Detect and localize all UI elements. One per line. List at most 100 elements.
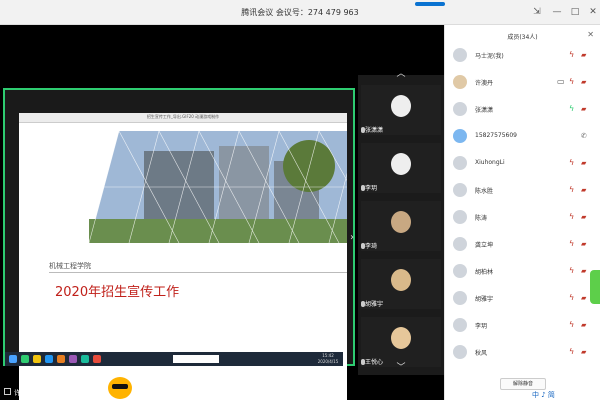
avatar — [453, 345, 467, 359]
video-tile[interactable]: 李玥 — [361, 143, 441, 193]
member-name: 15827575609 — [475, 132, 517, 139]
member-name: 胡柏林 — [475, 269, 494, 276]
divider — [49, 272, 347, 273]
scroll-up-chevron-icon[interactable]: ︿ — [358, 67, 444, 81]
avatar — [453, 264, 467, 278]
member-row[interactable]: 15827575609 ✆ — [445, 124, 600, 150]
mic-muted-icon[interactable]: ϟ — [569, 266, 576, 276]
unmute-all-button[interactable]: 解除静音 — [500, 378, 546, 390]
camera-off-icon[interactable]: ▰ — [581, 240, 591, 248]
mic-muted-icon[interactable]: ϟ — [569, 293, 576, 303]
member-row[interactable]: 李玥 ϟ ▰ — [445, 313, 600, 339]
video-tiles-column: ︿ 张潇潇 李玥 李琦 胡雅宇 王悦心 ﹀ — [358, 69, 444, 375]
screen-share-label: 许澳丹的屏幕共享 — [14, 389, 70, 397]
member-row[interactable]: 胡柏林 ϟ ▰ — [445, 259, 600, 285]
member-row[interactable]: 陈涛 ϟ ▰ — [445, 205, 600, 231]
campus-building-image — [89, 131, 347, 243]
floating-assistant-handle[interactable] — [590, 270, 600, 304]
mic-muted-icon[interactable]: ϟ — [569, 212, 576, 222]
camera-off-icon[interactable]: ▰ — [581, 186, 591, 194]
screen-share-icon — [4, 388, 11, 395]
taskbar-app-icon — [45, 355, 53, 363]
mic-muted-icon[interactable]: ϟ — [569, 185, 576, 195]
window-drag-indicator[interactable] — [415, 2, 445, 6]
mic-active-icon[interactable]: ϟ — [569, 104, 576, 114]
taskbar-app-icon — [33, 355, 41, 363]
member-row[interactable]: 秋风 ϟ ▰ — [445, 340, 600, 366]
shared-window-titlebar: 招生宣传工作_导出.GIF20 动漫游戏制作 — [19, 113, 347, 123]
camera-off-icon[interactable]: ▰ — [581, 159, 591, 167]
meeting-app: 腾讯会议 会议号：274 479 963 ⇲ — □ ✕ 招生宣传工作_导出.G… — [0, 0, 600, 400]
video-tile[interactable]: 李琦 — [361, 201, 441, 251]
member-row[interactable]: 马士泥(我) ϟ ▰ — [445, 43, 600, 69]
member-name: 胡雅宇 — [475, 296, 494, 303]
mic-muted-icon[interactable]: ϟ — [569, 77, 576, 87]
title-bar: 腾讯会议 会议号：274 479 963 ⇲ — □ ✕ — [0, 0, 600, 25]
taskbar-app-icon — [57, 355, 65, 363]
camera-off-icon[interactable]: ▰ — [581, 78, 591, 86]
camera-off-icon[interactable]: ▰ — [581, 51, 591, 59]
camera-off-icon[interactable]: ▰ — [581, 105, 591, 113]
close-button[interactable]: ✕ — [586, 6, 600, 18]
participant-name: 李玥 — [365, 185, 378, 192]
camera-off-icon[interactable]: ▰ — [581, 321, 591, 329]
pin-icon[interactable]: ⇲ — [530, 6, 544, 18]
shared-taskbar: 15:42 2020/4/15 — [5, 352, 343, 366]
mic-muted-icon[interactable]: ϟ — [569, 158, 576, 168]
member-name: XiuhongLi — [475, 159, 505, 166]
avatar — [453, 183, 467, 197]
windows-start-icon — [9, 355, 17, 363]
mic-muted-icon[interactable]: ϟ — [569, 239, 576, 249]
member-row[interactable]: 许澳丹 ▭ ϟ ▰ — [445, 70, 600, 96]
mic-muted-icon[interactable]: ϟ — [569, 320, 576, 330]
avatar — [453, 129, 467, 143]
screen-share-icon[interactable]: ▭ — [557, 77, 565, 87]
mic-muted-icon[interactable]: ϟ — [569, 50, 576, 60]
meeting-view: 招生宣传工作_导出.GIF20 动漫游戏制作 机械工程学院 2020年招生宣传工… — [0, 25, 444, 400]
phone-icon[interactable]: ✆ — [581, 132, 591, 140]
maximize-button[interactable]: □ — [568, 6, 582, 18]
video-tile[interactable]: 胡雅宇 — [361, 259, 441, 309]
taskbar-search-box — [173, 355, 219, 363]
member-name: 马士泥(我) — [475, 53, 504, 60]
camera-off-icon[interactable]: ▰ — [581, 213, 591, 221]
members-panel: 成员(34人) ✕ 马士泥(我) ϟ ▰ 许澳丹 ▭ ϟ ▰ 张潇潇 ϟ ▰ 1… — [444, 25, 600, 400]
member-row[interactable]: 胡雅宇 ϟ ▰ — [445, 286, 600, 312]
avatar — [391, 327, 411, 349]
camera-off-icon[interactable]: ▰ — [581, 348, 591, 356]
member-name: 陈水胜 — [475, 188, 494, 195]
taskbar-app-icon — [81, 355, 89, 363]
taskbar-app-icon — [69, 355, 77, 363]
avatar — [391, 211, 411, 233]
taskbar-app-icon — [93, 355, 101, 363]
mic-muted-icon[interactable]: ϟ — [569, 347, 576, 357]
avatar — [453, 318, 467, 332]
member-name: 张潇潇 — [475, 107, 494, 114]
scroll-down-chevron-icon[interactable]: ﹀ — [358, 361, 444, 375]
member-name: 陈涛 — [475, 215, 488, 222]
system-tray[interactable]: 中 ♪ 简 — [532, 390, 555, 400]
department-name: 机械工程学院 — [49, 262, 91, 270]
next-page-chevron-icon[interactable]: › — [350, 232, 354, 243]
member-name: 秋风 — [475, 350, 488, 357]
slide-heading: 2020年招生宣传工作 — [55, 285, 180, 300]
member-name: 龚立坤 — [475, 242, 494, 249]
avatar — [391, 269, 411, 291]
avatar — [453, 210, 467, 224]
minimize-button[interactable]: — — [550, 6, 564, 18]
member-row[interactable]: 张潇潇 ϟ ▰ — [445, 97, 600, 123]
close-icon[interactable]: ✕ — [587, 30, 594, 39]
member-row[interactable]: XiuhongLi ϟ ▰ — [445, 151, 600, 177]
participant-name: 张潇潇 — [365, 127, 384, 134]
video-tile[interactable]: 王悦心 — [361, 317, 441, 367]
shared-window-title: 招生宣传工作_导出.GIF20 动漫游戏制作 — [146, 114, 220, 119]
avatar — [453, 237, 467, 251]
member-row[interactable]: 龚立坤 ϟ ▰ — [445, 232, 600, 258]
taskbar-clock: 15:42 2020/4/15 — [317, 353, 339, 364]
members-panel-title: 成员(34人) — [507, 34, 538, 41]
member-row[interactable]: 陈水胜 ϟ ▰ — [445, 178, 600, 204]
member-name: 许澳丹 — [475, 80, 494, 87]
avatar — [391, 153, 411, 175]
member-name: 李玥 — [475, 323, 488, 330]
video-tile[interactable]: 张潇潇 — [361, 85, 441, 135]
